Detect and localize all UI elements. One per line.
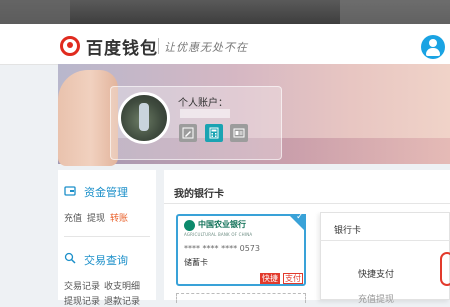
quick-pay-badge: 快捷 xyxy=(260,273,280,284)
hand-image xyxy=(58,70,118,166)
quick-pay-seal-icon xyxy=(440,252,450,286)
slogan: 让优惠无处不在 xyxy=(164,41,248,54)
page-title: 我的银行卡 xyxy=(174,189,224,200)
sidebar-link-income-expense[interactable]: 收支明细 xyxy=(104,279,140,292)
panel-divider xyxy=(320,240,450,241)
sidebar-link-trade-records[interactable]: 交易记录 xyxy=(64,279,100,292)
logo-separator xyxy=(158,38,159,54)
user-icon-body xyxy=(426,48,440,56)
pay-badge: 支付 xyxy=(283,273,303,284)
calculator-button[interactable] xyxy=(205,124,223,142)
sidebar-link-withdraw-records[interactable]: 提现记录 xyxy=(64,294,100,307)
avatar-figure xyxy=(139,103,149,131)
sidebar-title-trade[interactable]: 交易查询 xyxy=(84,252,128,268)
wallet-icon xyxy=(64,186,76,196)
browser-toolbar xyxy=(0,0,450,24)
id-card-button[interactable] xyxy=(230,124,248,142)
sidebar-link-withdraw[interactable]: 提现 xyxy=(87,211,105,224)
panel-option-recharge[interactable]: 充值提现 xyxy=(358,292,394,305)
id-card-icon xyxy=(233,128,245,138)
sidebar-link-transfer[interactable]: 转账 xyxy=(110,211,128,224)
search-icon xyxy=(64,252,76,264)
account-label: 个人账户： xyxy=(178,98,228,109)
sidebar-divider xyxy=(64,236,150,237)
card-type: 储蓄卡 xyxy=(184,258,208,267)
baidu-wallet-logo-icon[interactable] xyxy=(60,36,80,56)
panel-title: 银行卡 xyxy=(334,226,362,236)
user-icon-head xyxy=(429,39,437,47)
bank-name-en: AGRICULTURAL BANK OF CHINA xyxy=(184,232,253,237)
card-number: **** **** **** 0573 xyxy=(184,244,260,253)
add-card-slot[interactable] xyxy=(176,293,306,303)
abc-bank-logo-icon xyxy=(184,220,195,231)
calculator-icon xyxy=(209,127,219,139)
sidebar-link-refund-records[interactable]: 退款记录 xyxy=(104,294,140,307)
toolbar-right-area xyxy=(340,0,450,24)
edit-profile-button[interactable] xyxy=(179,124,197,142)
logo-text[interactable]: 百度钱包 xyxy=(86,34,158,59)
pencil-icon xyxy=(182,127,194,139)
account-name-redacted xyxy=(180,109,230,118)
sidebar-title-assets[interactable]: 资金管理 xyxy=(84,184,128,200)
toolbar-left-area xyxy=(0,0,70,24)
panel-option-quick-pay[interactable]: 快捷支付 xyxy=(358,267,394,280)
check-icon: ✓ xyxy=(296,212,304,222)
main-divider xyxy=(164,203,450,204)
sidebar-link-recharge[interactable]: 充值 xyxy=(64,211,82,224)
user-icon[interactable] xyxy=(421,35,445,59)
bank-name: 中国农业银行 xyxy=(198,220,246,229)
